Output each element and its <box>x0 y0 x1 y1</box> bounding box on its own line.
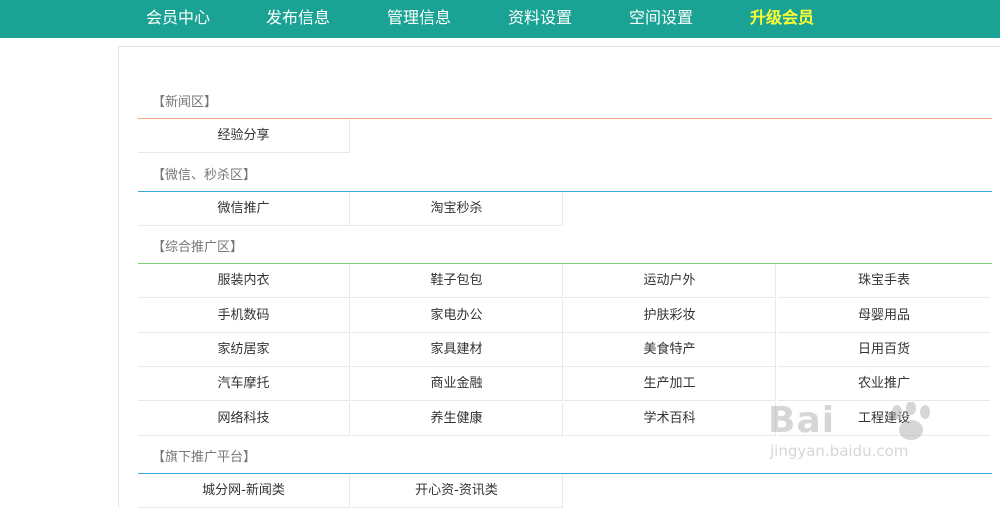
nav-profile-settings[interactable]: 资料设置 <box>508 0 572 38</box>
category-link[interactable]: 家纺居家 <box>138 333 350 367</box>
section-title-general: 【综合推广区】 <box>152 240 244 255</box>
category-link[interactable]: 商业金融 <box>351 367 563 401</box>
nav-space-settings[interactable]: 空间设置 <box>629 0 693 38</box>
category-link[interactable]: 运动户外 <box>564 264 776 298</box>
category-link[interactable]: 美食特产 <box>564 333 776 367</box>
category-link[interactable]: 家电办公 <box>351 299 563 333</box>
category-link[interactable]: 日用百货 <box>778 333 990 367</box>
category-link[interactable]: 淘宝秒杀 <box>351 192 563 226</box>
category-link[interactable]: 鞋子包包 <box>351 264 563 298</box>
category-link[interactable]: 珠宝手表 <box>778 264 990 298</box>
category-link[interactable]: 生产加工 <box>564 367 776 401</box>
category-link[interactable]: 经验分享 <box>138 119 350 153</box>
category-link[interactable]: 城分网-新闻类 <box>138 474 350 508</box>
category-link[interactable]: 手机数码 <box>138 299 350 333</box>
category-link[interactable]: 农业推广 <box>778 367 990 401</box>
category-link[interactable]: 家具建材 <box>351 333 563 367</box>
section-title-wechat: 【微信、秒杀区】 <box>152 168 257 183</box>
section-title-news: 【新闻区】 <box>152 95 218 110</box>
category-link[interactable]: 服装内衣 <box>138 264 350 298</box>
nav-upgrade-member[interactable]: 升级会员 <box>750 0 814 38</box>
category-link[interactable]: 护肤彩妆 <box>564 299 776 333</box>
nav-manage-info[interactable]: 管理信息 <box>387 0 451 38</box>
category-link[interactable]: 微信推广 <box>138 192 350 226</box>
top-nav-bar: 会员中心 发布信息 管理信息 资料设置 空间设置 升级会员 <box>0 0 1000 38</box>
category-link[interactable]: 养生健康 <box>351 402 563 436</box>
nav-publish-info[interactable]: 发布信息 <box>266 0 330 38</box>
nav-member-center[interactable]: 会员中心 <box>146 0 210 38</box>
category-link[interactable]: 工程建设 <box>778 402 990 436</box>
category-link[interactable]: 母婴用品 <box>778 299 990 333</box>
section-title-platform: 【旗下推广平台】 <box>152 450 257 465</box>
category-link[interactable]: 网络科技 <box>138 402 350 436</box>
category-link[interactable]: 学术百科 <box>564 402 776 436</box>
category-link[interactable]: 开心资-资讯类 <box>351 474 563 508</box>
category-link[interactable]: 汽车摩托 <box>138 367 350 401</box>
